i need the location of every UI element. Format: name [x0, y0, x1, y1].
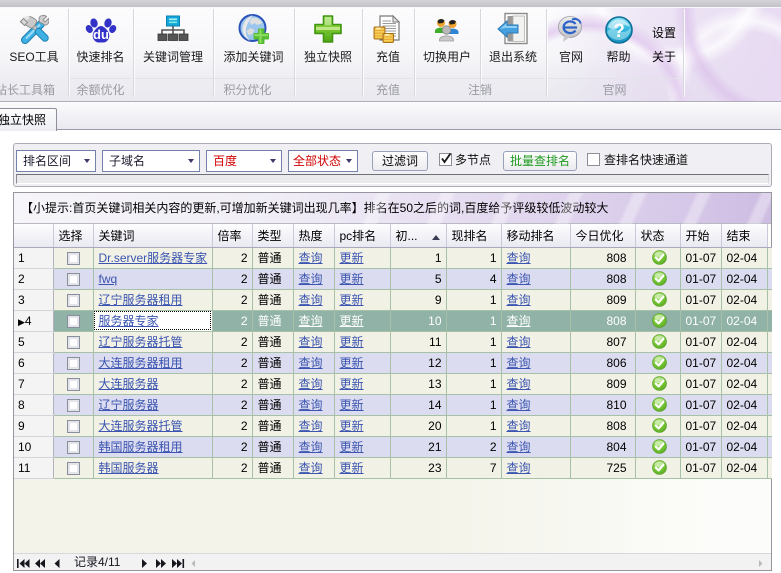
svg-text:du: du: [93, 27, 109, 42]
svg-text:?: ?: [613, 21, 625, 42]
